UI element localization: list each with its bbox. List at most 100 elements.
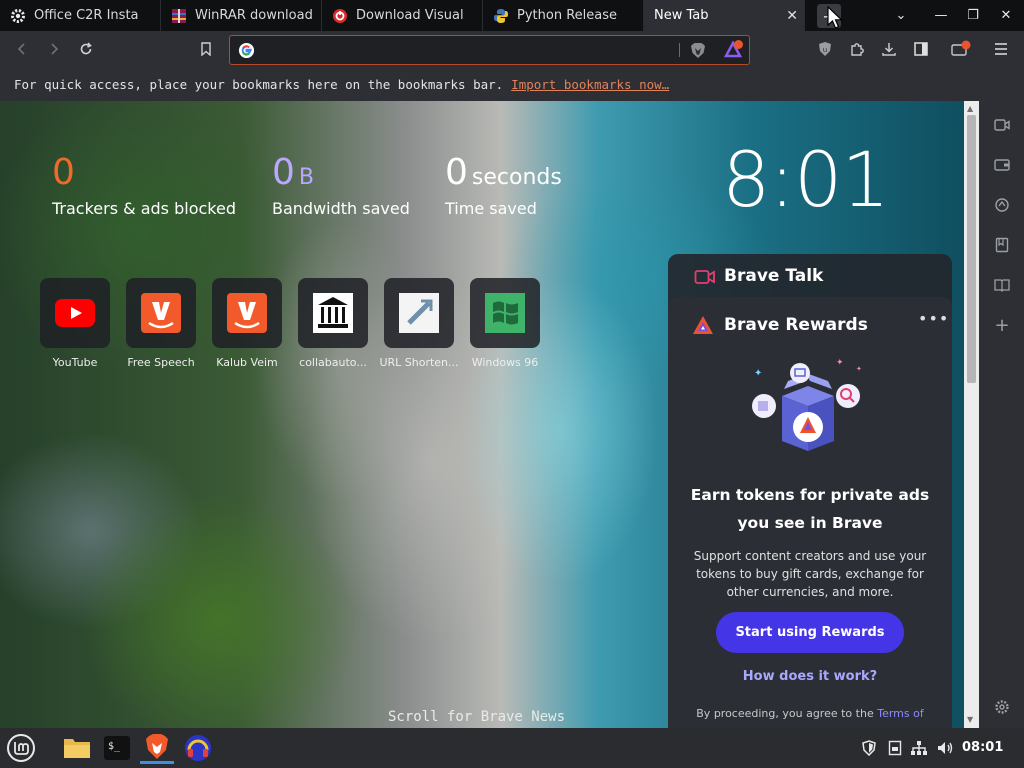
tab-label: Office C2R Insta xyxy=(34,8,139,23)
reload-button[interactable] xyxy=(75,38,97,60)
bookmarks-bar: For quick access, place your bookmarks h… xyxy=(0,68,1024,101)
scroll-up-arrow-icon[interactable]: ▲ xyxy=(967,104,973,113)
bandwidth-count: 0 xyxy=(272,152,295,193)
taskbar-clock[interactable]: 08:01 xyxy=(962,740,1003,755)
rewards-menu-icon[interactable]: ••• xyxy=(918,309,949,328)
brave-rewards-icon[interactable] xyxy=(723,40,745,64)
sidebar-settings-gear-icon[interactable] xyxy=(992,697,1012,717)
tab-list-button[interactable]: ⌄ xyxy=(884,0,918,31)
brave-sidebar: + xyxy=(979,101,1024,728)
volume-tray-icon[interactable] xyxy=(936,739,954,757)
sidebar-bookmarks-icon[interactable] xyxy=(992,235,1012,255)
top-site-label: URL Shorten... xyxy=(379,356,459,369)
downloads-icon[interactable] xyxy=(878,38,900,60)
forward-button[interactable] xyxy=(43,38,65,60)
top-site-collabauto[interactable]: collabauto... xyxy=(293,278,373,369)
restore-button[interactable]: ❐ xyxy=(956,0,990,31)
new-tab-page: 0 Trackers & ads blocked 0B Bandwidth sa… xyxy=(0,101,964,728)
svg-text:✦: ✦ xyxy=(836,358,844,368)
scrollbar-thumb[interactable] xyxy=(967,115,976,383)
svg-text:$_: $_ xyxy=(108,741,121,752)
import-bookmarks-link[interactable]: Import bookmarks now… xyxy=(511,77,669,92)
stat-trackers: 0 Trackers & ads blocked xyxy=(52,152,236,219)
svg-text:✦: ✦ xyxy=(754,368,762,379)
file-manager-folder-icon[interactable] xyxy=(60,732,94,764)
library-building-icon xyxy=(298,278,368,348)
address-bar[interactable] xyxy=(229,35,750,65)
start-using-rewards-button[interactable]: Start using Rewards xyxy=(716,612,904,653)
scroll-for-news[interactable]: Scroll for Brave News xyxy=(388,709,565,725)
time-label: Time saved xyxy=(445,199,537,218)
rewards-heading: Earn tokens for private ads you see in B… xyxy=(690,486,930,532)
tab-download-visual[interactable]: Download Visual xyxy=(322,0,483,31)
ublock-shield-icon[interactable]: u xyxy=(814,38,836,60)
brave-talk-title: Brave Talk xyxy=(724,266,824,286)
sidebar-leo-icon[interactable] xyxy=(992,195,1012,215)
terms-prefix: By proceeding, you agree to the xyxy=(696,707,878,720)
mint-menu-icon[interactable] xyxy=(4,732,38,764)
close-window-button[interactable]: ✕ xyxy=(989,0,1023,31)
media-player-icon[interactable] xyxy=(181,732,215,764)
back-button[interactable] xyxy=(11,38,33,60)
brave-rewards-title: Brave Rewards xyxy=(724,315,868,335)
brave-shields-icon[interactable] xyxy=(690,42,706,63)
page-scrollbar[interactable]: ▲ ▼ xyxy=(964,101,979,728)
clipboard-tray-icon[interactable] xyxy=(886,739,904,757)
top-site-youtube[interactable]: YouTube xyxy=(35,278,115,369)
sidebar-reading-list-icon[interactable] xyxy=(992,275,1012,295)
scroll-down-arrow-icon[interactable]: ▼ xyxy=(967,715,973,724)
stat-time: 0 seconds Time saved xyxy=(445,152,562,219)
top-site-windows-96[interactable]: Windows 96 xyxy=(465,278,545,369)
close-tab-icon[interactable]: ✕ xyxy=(786,8,798,24)
python-icon xyxy=(493,8,509,24)
top-site-free-speech[interactable]: Free Speech xyxy=(121,278,201,369)
sidebar-toggle-icon[interactable] xyxy=(910,38,932,60)
main-menu-icon[interactable] xyxy=(990,38,1012,60)
youtube-icon xyxy=(40,278,110,348)
time-count: 0 xyxy=(445,152,468,193)
tab-python-release[interactable]: Python Release xyxy=(483,0,644,31)
extensions-puzzle-icon[interactable] xyxy=(846,38,868,60)
brave-rewards-card: Brave Rewards ••• ✦ ✦ ✦ Earn tokens for … xyxy=(668,297,952,728)
bandwidth-label: Bandwidth saved xyxy=(272,199,410,218)
tab-winrar[interactable]: WinRAR download xyxy=(161,0,322,31)
kalub-veim-icon xyxy=(212,278,282,348)
minimize-button[interactable]: — xyxy=(924,0,958,31)
shield-tray-icon[interactable] xyxy=(860,739,878,757)
sidebar-wallet-icon[interactable] xyxy=(992,155,1012,175)
url-divider xyxy=(679,43,680,57)
svg-text:u: u xyxy=(823,46,827,54)
tab-label: WinRAR download xyxy=(195,8,313,23)
stat-bandwidth: 0B Bandwidth saved xyxy=(272,152,410,219)
terms-link[interactable]: Terms of xyxy=(877,707,924,720)
url-shortener-icon xyxy=(384,278,454,348)
windows-96-icon xyxy=(470,278,540,348)
video-camera-icon xyxy=(694,268,716,290)
free-speech-icon xyxy=(126,278,196,348)
top-site-label: Free Speech xyxy=(127,356,195,369)
url-input[interactable] xyxy=(262,41,692,59)
top-site-label: YouTube xyxy=(52,356,98,369)
sidebar-add-icon[interactable]: + xyxy=(992,315,1012,336)
top-site-label: Windows 96 xyxy=(471,356,539,369)
sidebar-talk-icon[interactable] xyxy=(992,115,1012,135)
bookmark-icon[interactable] xyxy=(195,38,217,60)
rewards-gift-illustration: ✦ ✦ ✦ xyxy=(744,351,874,465)
google-icon xyxy=(238,42,255,63)
brave-browser-icon[interactable] xyxy=(140,732,174,764)
rewards-terms: By proceeding, you agree to the Terms of xyxy=(688,707,932,720)
tab-office-c2r[interactable]: Office C2R Insta xyxy=(0,0,161,31)
bookmarks-bar-message: For quick access, place your bookmarks h… xyxy=(14,77,504,92)
download-icon xyxy=(332,8,348,24)
tab-new-tab[interactable]: New Tab ✕ xyxy=(644,0,805,31)
time-unit: seconds xyxy=(471,165,562,190)
brave-wallet-icon[interactable] xyxy=(950,38,972,60)
trackers-count: 0 xyxy=(52,152,75,193)
tab-label: Download Visual xyxy=(356,8,464,23)
network-tray-icon[interactable] xyxy=(910,739,928,757)
terminal-icon[interactable]: $_ xyxy=(100,732,134,764)
top-site-url-shortener[interactable]: URL Shorten... xyxy=(379,278,459,369)
tab-strip: Office C2R Insta WinRAR download Downloa… xyxy=(0,0,1024,31)
how-does-it-work-link[interactable]: How does it work? xyxy=(688,669,932,684)
top-site-kalub-veim[interactable]: Kalub Veim xyxy=(207,278,287,369)
